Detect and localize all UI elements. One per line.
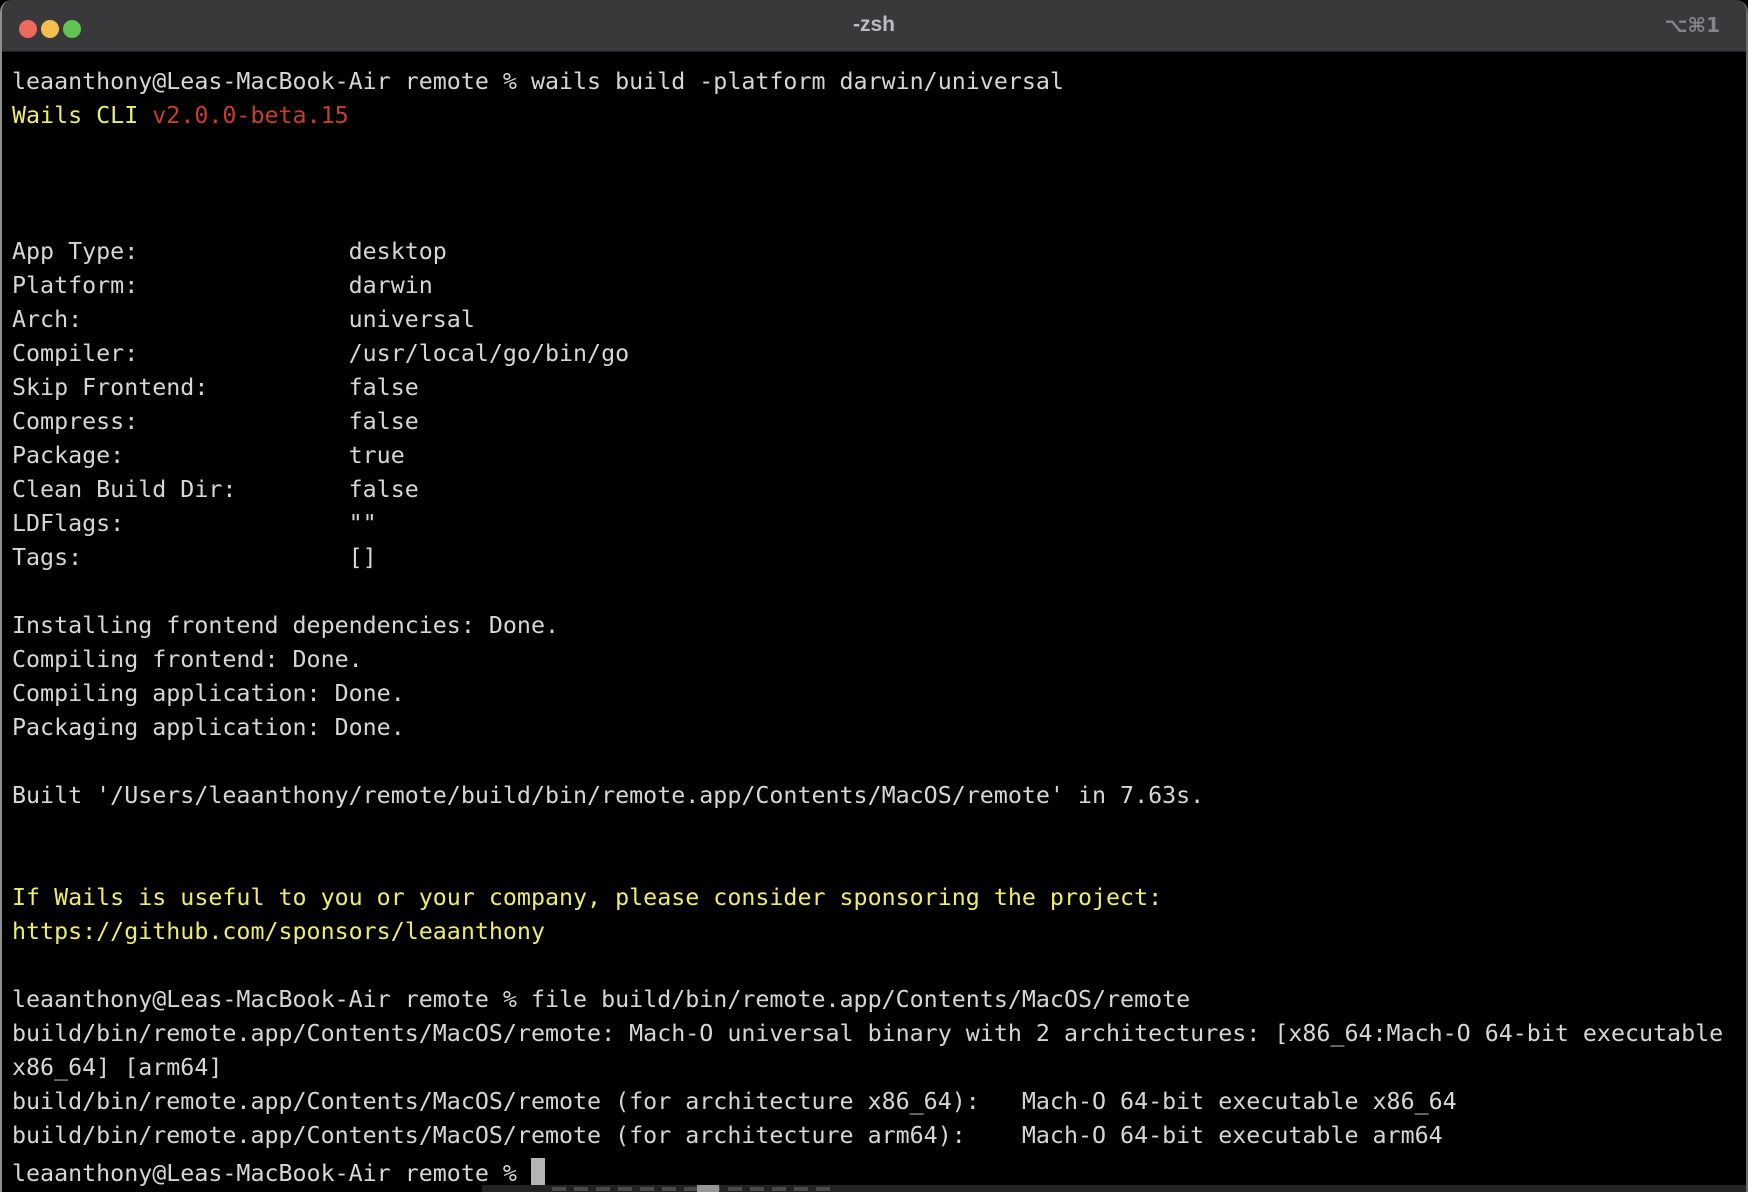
- terminal-line: Built '/Users/leaanthony/remote/build/bi…: [12, 779, 1742, 813]
- terminal-line: Installing frontend dependencies: Done.: [12, 609, 1742, 643]
- terminal-line: Arch: universal: [12, 303, 1742, 337]
- background-window-text-fragment: [552, 1187, 832, 1191]
- terminal-line: build/bin/remote.app/Contents/MacOS/remo…: [12, 1017, 1742, 1051]
- terminal-line: Package: true: [12, 439, 1742, 473]
- terminal-line: [12, 575, 1742, 609]
- terminal-line: [12, 167, 1742, 201]
- terminal-line: If Wails is useful to you or your compan…: [12, 881, 1742, 915]
- terminal-line: LDFlags: "": [12, 507, 1742, 541]
- terminal-line: Tags: []: [12, 541, 1742, 575]
- terminal-line: [12, 133, 1742, 167]
- traffic-lights: [19, 20, 81, 38]
- terminal-line: build/bin/remote.app/Contents/MacOS/remo…: [12, 1085, 1742, 1119]
- terminal-line: build/bin/remote.app/Contents/MacOS/remo…: [12, 1119, 1742, 1153]
- background-window-sliver: [482, 1185, 1746, 1192]
- window-title: -zsh: [2, 0, 1746, 52]
- terminal-line: Packaging application: Done.: [12, 711, 1742, 745]
- terminal-output[interactable]: leaanthony@Leas-MacBook-Air remote % wai…: [2, 52, 1746, 1187]
- terminal-line: [12, 745, 1742, 779]
- title-bar[interactable]: -zsh ⌥⌘1: [2, 0, 1746, 52]
- terminal-cursor: [531, 1158, 545, 1186]
- terminal-line: https://github.com/sponsors/leaanthony: [12, 915, 1742, 949]
- terminal-line: Compiling application: Done.: [12, 677, 1742, 711]
- terminal-line: Compress: false: [12, 405, 1742, 439]
- terminal-line: Wails CLI v2.0.0-beta.15: [12, 99, 1742, 133]
- terminal-line: [12, 813, 1742, 847]
- terminal-window: -zsh ⌥⌘1 leaanthony@Leas-MacBook-Air rem…: [0, 0, 1748, 1192]
- terminal-line: Compiling frontend: Done.: [12, 643, 1742, 677]
- minimize-button[interactable]: [41, 20, 59, 38]
- terminal-line: leaanthony@Leas-MacBook-Air remote % fil…: [12, 983, 1742, 1017]
- terminal-line: App Type: desktop: [12, 235, 1742, 269]
- zoom-button[interactable]: [63, 20, 81, 38]
- terminal-line: Clean Build Dir: false: [12, 473, 1742, 507]
- window-shortcut-badge: ⌥⌘1: [1664, 0, 1720, 52]
- terminal-line: [12, 949, 1742, 983]
- terminal-line: [12, 201, 1742, 235]
- terminal-line: leaanthony@Leas-MacBook-Air remote % wai…: [12, 65, 1742, 99]
- terminal-line: Platform: darwin: [12, 269, 1742, 303]
- terminal-line: Compiler: /usr/local/go/bin/go: [12, 337, 1742, 371]
- terminal-line: leaanthony@Leas-MacBook-Air remote %: [12, 1153, 1742, 1187]
- terminal-line: x86_64] [arm64]: [12, 1051, 1742, 1085]
- close-button[interactable]: [19, 20, 37, 38]
- terminal-line: [12, 847, 1742, 881]
- terminal-line: Skip Frontend: false: [12, 371, 1742, 405]
- background-window-block-fragment: [697, 1185, 719, 1192]
